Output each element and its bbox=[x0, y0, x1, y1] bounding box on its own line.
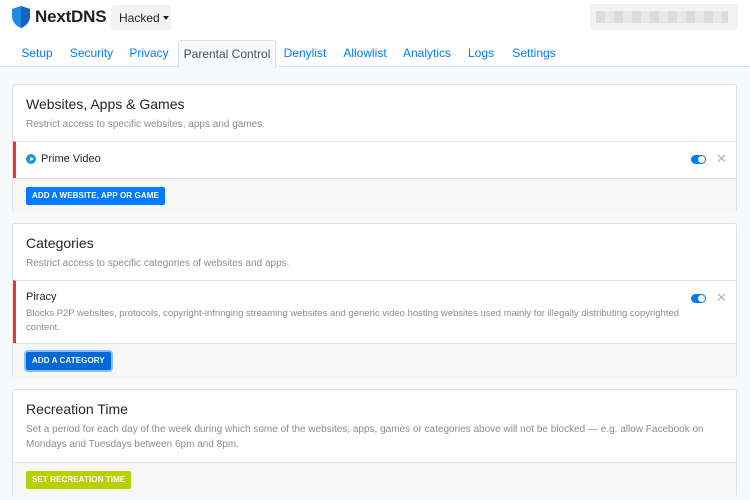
categories-footer: ADD A CATEGORY bbox=[13, 343, 736, 378]
tab-analytics[interactable]: Analytics bbox=[399, 40, 455, 67]
websites-footer: ADD A WEBSITE, APP OR GAME bbox=[13, 178, 736, 212]
top-bar: NextDNS Hacked bbox=[0, 0, 750, 40]
prime-video-icon bbox=[26, 154, 36, 164]
list-item-description: Blocks P2P websites, protocols, copyrigh… bbox=[26, 308, 680, 333]
categories-description: Restrict access to specific categories o… bbox=[26, 258, 290, 269]
tab-allowlist[interactable]: Allowlist bbox=[339, 40, 391, 67]
profile-name: Hacked bbox=[119, 10, 160, 25]
categories-card: Categories Restrict access to specific c… bbox=[12, 223, 737, 378]
brand[interactable]: NextDNS bbox=[12, 6, 107, 28]
add-category-button[interactable]: ADD A CATEGORY bbox=[26, 352, 111, 370]
tab-privacy[interactable]: Privacy bbox=[124, 40, 174, 67]
recreation-title: Recreation Time bbox=[26, 401, 128, 417]
brand-name: NextDNS bbox=[35, 7, 107, 26]
close-icon[interactable]: ✕ bbox=[716, 291, 727, 304]
list-item-label: Piracy bbox=[26, 291, 57, 303]
list-item: Prime Video ✕ bbox=[13, 141, 736, 178]
toggle-switch[interactable] bbox=[691, 155, 706, 164]
websites-card: Websites, Apps & Games Restrict access t… bbox=[12, 84, 737, 212]
account-email-redacted bbox=[596, 11, 728, 23]
tab-settings[interactable]: Settings bbox=[508, 40, 560, 67]
websites-description: Restrict access to specific websites, ap… bbox=[26, 119, 265, 130]
recreation-footer: SET RECREATION TIME bbox=[13, 462, 736, 497]
categories-title: Categories bbox=[26, 235, 94, 251]
tab-security[interactable]: Security bbox=[64, 40, 119, 67]
websites-title: Websites, Apps & Games bbox=[26, 96, 185, 112]
tab-setup[interactable]: Setup bbox=[14, 40, 60, 67]
set-recreation-time-button[interactable]: SET RECREATION TIME bbox=[26, 471, 132, 489]
account-menu[interactable] bbox=[590, 4, 738, 30]
caret-down-icon bbox=[162, 15, 169, 20]
close-icon[interactable]: ✕ bbox=[716, 152, 727, 165]
tab-denylist[interactable]: Denylist bbox=[279, 40, 331, 67]
shield-logo-icon bbox=[12, 6, 30, 28]
list-item: Piracy Blocks P2P websites, protocols, c… bbox=[13, 280, 736, 343]
profile-dropdown[interactable]: Hacked bbox=[111, 5, 171, 30]
list-item-label: Prime Video bbox=[41, 153, 101, 165]
recreation-card: Recreation Time Set a period for each da… bbox=[12, 389, 737, 497]
recreation-description: Set a period for each day of the week du… bbox=[26, 424, 704, 450]
tab-parental-control[interactable]: Parental Control bbox=[178, 40, 276, 68]
tab-logs[interactable]: Logs bbox=[464, 40, 498, 67]
nav-tabs: Setup Security Privacy Parental Control … bbox=[0, 40, 750, 68]
toggle-switch[interactable] bbox=[691, 294, 706, 303]
add-website-button[interactable]: ADD A WEBSITE, APP OR GAME bbox=[26, 187, 165, 205]
